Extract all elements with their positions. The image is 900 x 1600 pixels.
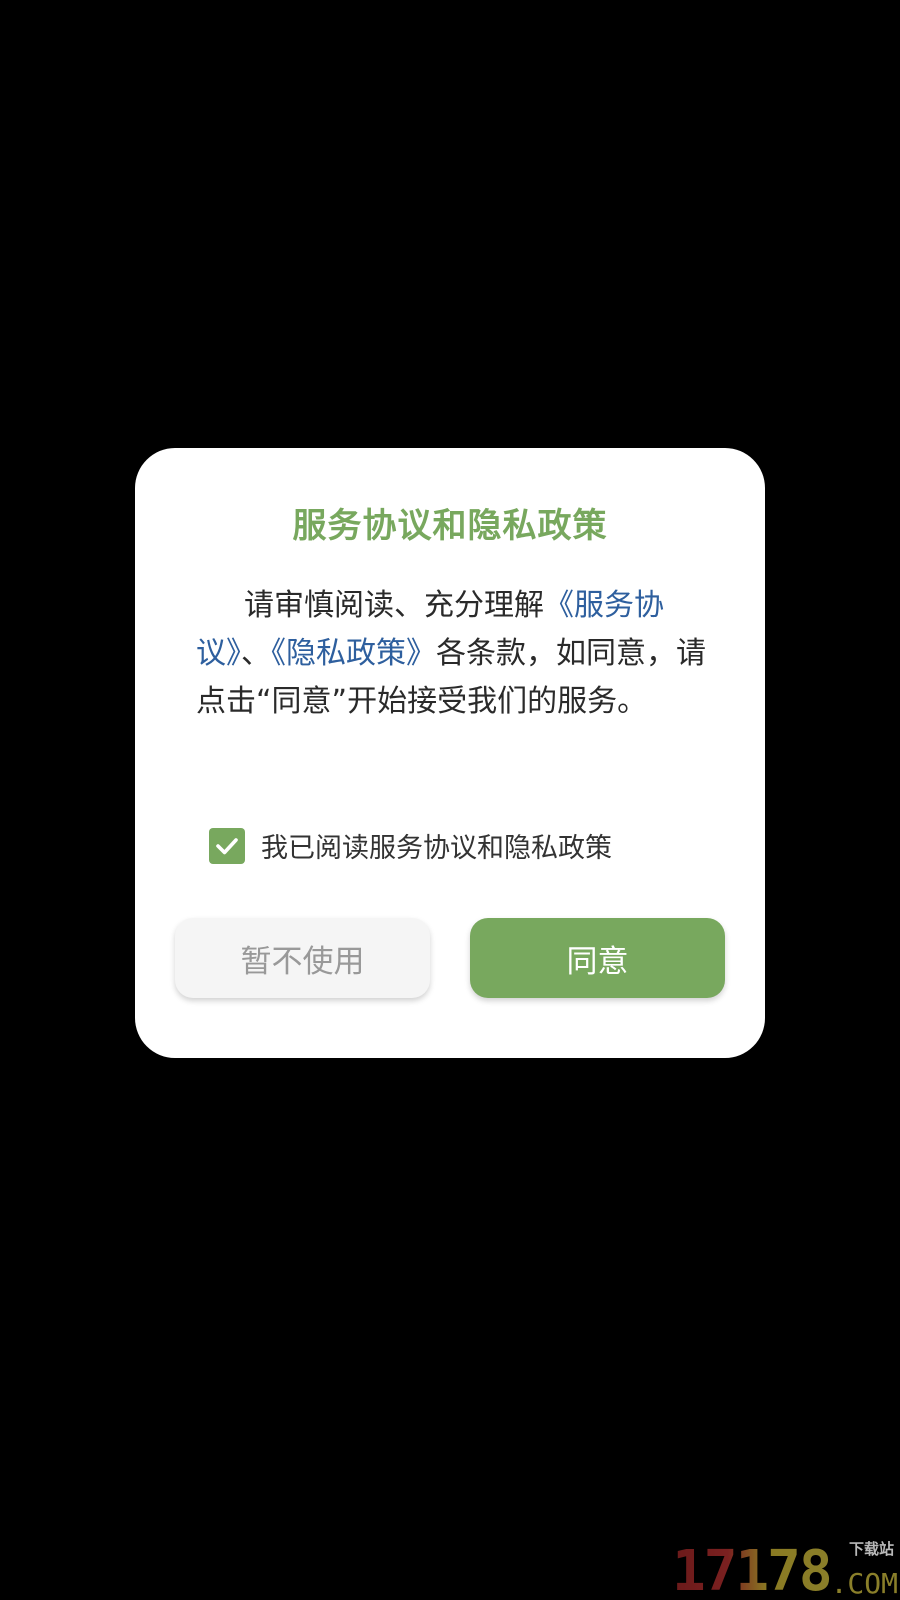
read-agreement-checkbox-row[interactable]: 我已阅读服务协议和隐私政策	[209, 826, 612, 865]
privacy-policy-link[interactable]: 《隐私政策》	[271, 636, 436, 671]
watermark-com: .COM	[830, 1567, 898, 1600]
watermark-digits-text: 17178	[672, 1539, 833, 1600]
read-agreement-label: 我已阅读服务协议和隐私政策	[261, 833, 612, 864]
watermark-digits: 17178	[672, 1544, 833, 1600]
privacy-dialog: 服务协议和隐私政策 请审慎阅读、充分理解《服务协议》、《隐私政策》各条款，如同意…	[135, 448, 765, 1058]
read-agreement-checkbox[interactable]	[209, 827, 245, 864]
decline-button[interactable]: 暂不使用	[175, 918, 430, 998]
checkmark-icon	[216, 837, 238, 854]
watermark-subtext: 下载站	[848, 1540, 894, 1558]
screen: 服务协议和隐私政策 请审慎阅读、充分理解《服务协议》、《隐私政策》各条款，如同意…	[0, 0, 900, 1600]
agree-button[interactable]: 同意	[470, 918, 725, 998]
site-watermark-logo: 17178 下载站 .COM	[672, 1538, 900, 1600]
dialog-title: 服务协议和隐私政策	[292, 506, 608, 546]
body-text-separator: 、	[241, 636, 271, 671]
dialog-body-text: 请审慎阅读、充分理解《服务协议》、《隐私政策》各条款，如同意，请点击“同意”开始…	[196, 582, 706, 726]
body-text-intro: 请审慎阅读、充分理解	[244, 588, 544, 623]
